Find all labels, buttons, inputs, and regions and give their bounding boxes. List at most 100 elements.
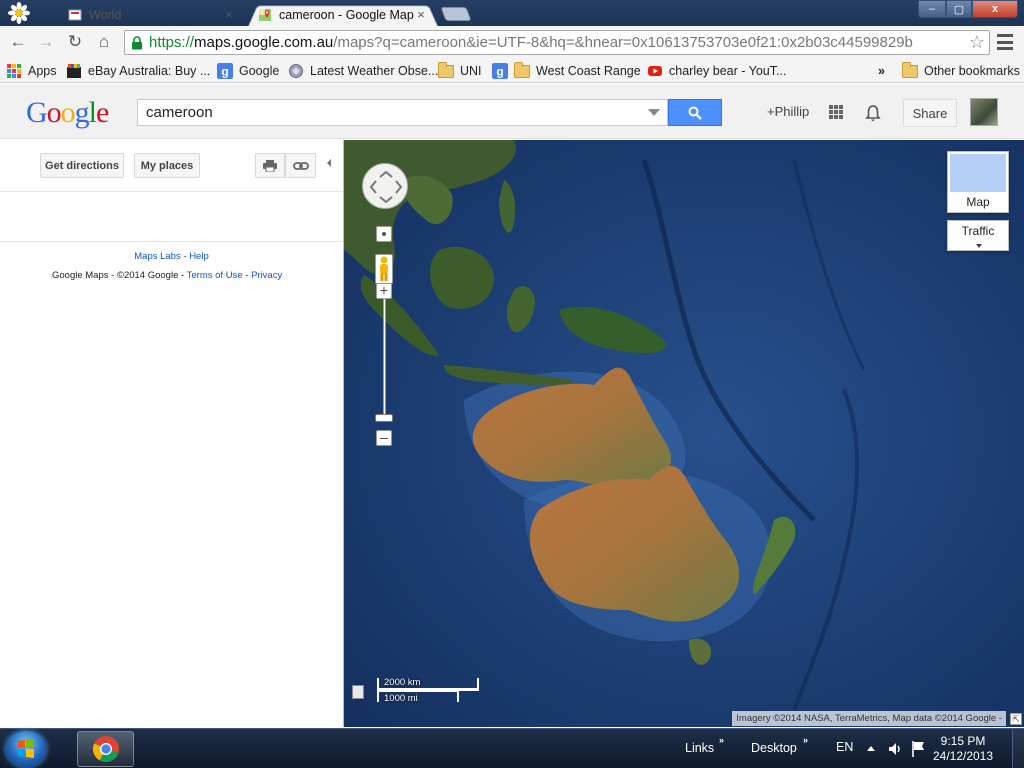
taskbar-chrome-button[interactable] [77, 731, 134, 767]
search-icon [688, 106, 702, 120]
satellite-map[interactable]: + – Map Traffic 2000 km 1000 mi Imagery … [344, 140, 1024, 727]
zoom-slider-handle[interactable] [375, 414, 393, 422]
folder-icon [438, 61, 454, 78]
privacy-link[interactable]: Privacy [251, 270, 282, 281]
help-link[interactable]: Help [189, 251, 209, 262]
window-close-button[interactable]: x [972, 0, 1018, 18]
tab-maps-close-icon[interactable]: × [414, 7, 428, 22]
page-icon [68, 9, 82, 20]
logo-letter: o [46, 96, 62, 129]
bookmark-label: eBay Australia: Buy ... [88, 64, 211, 78]
terms-of-use-link[interactable]: Terms of Use [187, 270, 243, 281]
location-button[interactable] [376, 226, 392, 242]
share-button[interactable]: Share [903, 99, 957, 127]
clock-time: 9:15 PM [940, 734, 986, 748]
search-button[interactable] [668, 99, 722, 126]
links-toolbar[interactable]: Links [685, 741, 714, 755]
browser-tab-strip: World × cameroon - Google Maps × – ▢ x [0, 0, 1024, 26]
get-directions-button[interactable]: Get directions [40, 153, 124, 178]
bookmark-youtube[interactable]: charley bear - YouT... [647, 62, 786, 80]
bookmarks-overflow-chevron-icon[interactable]: » [878, 62, 885, 80]
language-indicator[interactable]: EN [836, 740, 853, 754]
forward-button[interactable]: → [34, 31, 58, 53]
logo-letter: l [88, 96, 97, 129]
start-button[interactable] [6, 731, 46, 767]
folder-icon [514, 61, 530, 78]
tray-clock[interactable]: 9:15 PM 24/12/2013 [928, 734, 998, 764]
pan-arrows-icon [369, 170, 403, 204]
collapse-panel-icon[interactable] [327, 159, 331, 167]
pan-control[interactable] [362, 163, 408, 209]
bookmark-weather[interactable]: Latest Weather Obse... [288, 62, 438, 80]
volume-icon[interactable] [887, 741, 903, 757]
traffic-layer-button[interactable]: Traffic [947, 220, 1009, 251]
apps-launcher-icon[interactable] [829, 105, 843, 119]
other-bookmarks[interactable]: Other bookmarks [902, 61, 1020, 80]
clock-date: 24/12/2013 [932, 749, 994, 763]
google-g-icon: g [492, 63, 508, 79]
map-type-toggle[interactable]: Map [947, 151, 1009, 213]
labs-help-links: Maps Labs - Help [0, 251, 343, 262]
desktop-toolbar[interactable]: Desktop [751, 741, 797, 755]
tab-google-maps[interactable]: cameroon - Google Maps × [248, 3, 438, 26]
new-tab-button[interactable] [440, 7, 472, 21]
zoom-slider-track[interactable] [383, 299, 386, 420]
links-chevron-icon[interactable]: » [719, 735, 724, 745]
my-places-button[interactable]: My places [134, 153, 200, 178]
reload-button[interactable]: ↻ [63, 31, 87, 53]
url-host: maps.google.com.au [194, 34, 334, 51]
notifications-bell-icon[interactable] [864, 104, 882, 122]
svg-text:g: g [496, 65, 503, 79]
search-dropdown-icon[interactable] [648, 109, 660, 116]
bookmark-ebay[interactable]: eBay Australia: Buy ... [66, 62, 210, 80]
google-logo[interactable]: Google [26, 96, 109, 130]
bookmark-apps[interactable]: Apps [6, 62, 57, 80]
bookmark-google[interactable]: g Google [217, 62, 279, 80]
address-bar[interactable]: https://maps.google.com.au/maps?q=camero… [124, 30, 990, 55]
bookmark-west-coast-range[interactable]: g West Coast Range [492, 61, 641, 80]
desktop-chevron-icon[interactable]: » [803, 735, 808, 745]
footer-copyright: - ©2014 Google - [108, 270, 187, 281]
bookmark-star-icon[interactable]: ☆ [969, 32, 985, 53]
bookmark-folder-uni[interactable]: UNI [438, 61, 482, 80]
chrome-menu-icon[interactable] [997, 34, 1013, 50]
map-imagery [344, 140, 1024, 727]
show-desktop-button[interactable] [1012, 729, 1024, 768]
logo-letter: g [74, 96, 90, 129]
maps-header: Google cameroon +Phillip Share [0, 84, 1024, 139]
flower-app-icon[interactable] [8, 2, 30, 24]
zoom-out-button[interactable]: – [376, 430, 392, 446]
window-maximize-button[interactable]: ▢ [946, 0, 972, 18]
search-input[interactable]: cameroon [137, 99, 668, 126]
browser-toolbar: ← → ↻ ⌂ https://maps.google.com.au/maps?… [0, 26, 1024, 59]
action-center-flag-icon[interactable] [911, 740, 927, 758]
chrome-icon [92, 736, 119, 763]
bookmark-label: West Coast Range [536, 64, 641, 78]
tab-world[interactable]: World × [58, 3, 246, 26]
printer-icon [263, 159, 277, 172]
logo-letter: o [60, 96, 76, 129]
user-profile-link[interactable]: +Phillip [767, 104, 809, 119]
divider [0, 191, 343, 192]
footer-links: Google Maps - ©2014 Google - Terms of Us… [52, 270, 282, 281]
url-path: /maps?q=cameroon&ie=UTF-8&hq=&hnear=0x10… [333, 34, 913, 51]
logo-letter: G [26, 96, 48, 129]
url-scheme: https:// [149, 34, 195, 51]
maps-labs-link[interactable]: Maps Labs [134, 251, 180, 262]
tab-world-close-icon[interactable]: × [222, 7, 236, 22]
back-button[interactable]: ← [6, 31, 30, 53]
zoom-in-button[interactable]: + [376, 283, 392, 299]
street-view-pegman-icon[interactable] [375, 254, 393, 284]
resize-corner-icon[interactable]: ⇱ [1010, 713, 1022, 725]
link-button[interactable] [285, 153, 316, 178]
tray-expand-icon[interactable] [866, 744, 876, 752]
scale-km-label: 2000 km [384, 677, 421, 688]
window-minimize-button[interactable]: – [918, 0, 946, 18]
tab-world-label: World [89, 7, 122, 22]
home-button[interactable]: ⌂ [92, 31, 116, 53]
avatar[interactable] [970, 98, 998, 126]
map-legend-icon[interactable] [352, 685, 364, 699]
map-type-thumbnail [950, 154, 1006, 192]
link-separator: - [242, 270, 252, 281]
print-button[interactable] [255, 153, 285, 178]
